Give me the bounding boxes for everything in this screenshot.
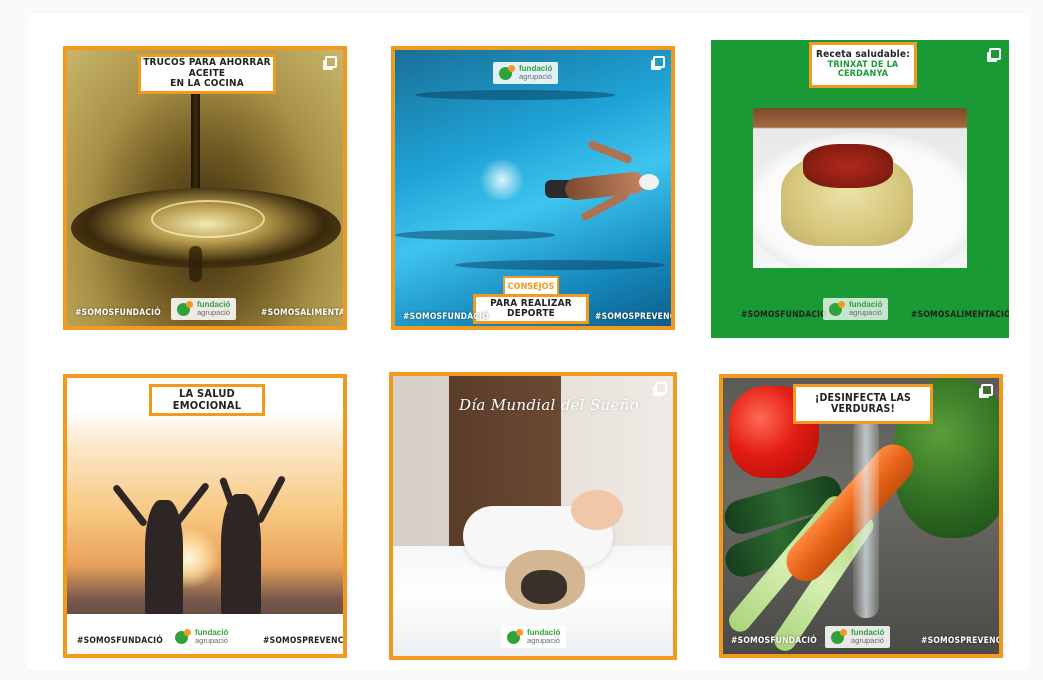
raised-arm — [111, 483, 149, 528]
post-title: Día Mundial del Sueño — [459, 396, 639, 414]
post-tile-recipe[interactable]: Receta saludable: TRINXAT DE LA CERDANYA… — [711, 40, 1009, 338]
instagram-profile-grid: TRUCOS PARA AHORRAR ACEITE EN LA COCINA … — [0, 0, 1043, 680]
hashtag-left: #SOMOSFUNDACIÓ — [403, 312, 489, 322]
pool-wave — [395, 230, 555, 240]
oil-ripple — [151, 200, 265, 238]
swimmer-arm — [587, 139, 633, 165]
hashtag-right: #SOMOSPREVENCIÓN — [921, 636, 1002, 646]
fundacio-logo: fundació agrupació — [823, 298, 889, 320]
hashtag-left: #SOMOSFUNDACIÓ — [77, 636, 163, 646]
post-title-line: ¡DESINFECTA LAS VERDURAS! — [814, 391, 912, 415]
swimmer-cap — [639, 174, 659, 190]
oil-drip — [189, 246, 202, 282]
logo-word: agrupació — [519, 72, 552, 82]
post-title: ¡DESINFECTA LAS VERDURAS! — [793, 384, 933, 424]
fundacio-logo: fundació agrupació — [501, 626, 567, 648]
logo-mark-icon — [499, 65, 515, 81]
logo-word: agrupació — [195, 636, 228, 646]
hashtag-right: #SOMOSALIMENTACIÓN — [261, 308, 346, 318]
post-title-line: TRINXAT DE LA CERDANYA — [827, 59, 899, 80]
logo-word: agrupació — [849, 308, 882, 318]
swimmer-body — [564, 170, 646, 202]
post-subtitle: CONSEJOS — [503, 276, 559, 296]
post-tile-emotional-health[interactable]: LA SALUD EMOCIONAL #SOMOSFUNDACIÓ #SOMOS… — [63, 374, 347, 658]
fundacio-logo: fundació agrupació — [171, 298, 237, 320]
pool-wave — [415, 90, 615, 100]
post-tile-disinfect-vegetables[interactable]: ¡DESINFECTA LAS VERDURAS! #SOMOSFUNDACIÓ… — [719, 374, 1003, 658]
raised-arm — [255, 474, 287, 525]
hashtag-right: #SOMOSPREVENCIÓN — [263, 636, 347, 646]
post-title: Receta saludable: TRINXAT DE LA CERDANYA — [809, 42, 917, 88]
post-title: TRUCOS PARA AHORRAR ACEITE EN LA COCINA — [138, 54, 276, 94]
fundacio-logo: fundació agrupació — [493, 62, 559, 84]
logo-mark-icon — [831, 629, 847, 645]
bacon-topping — [803, 144, 893, 188]
person-silhouette — [221, 494, 261, 620]
logo-word: agrupació — [197, 308, 230, 318]
pool-wave — [455, 260, 665, 270]
water-splash — [477, 160, 527, 200]
logo-word: agrupació — [527, 636, 560, 646]
logo-mark-icon — [829, 301, 845, 317]
post-title-line: EN LA COCINA — [170, 78, 244, 90]
post-title-line: TRUCOS PARA AHORRAR ACEITE — [143, 57, 271, 79]
hashtag-left: #SOMOSFUNDACIÓ — [741, 310, 827, 320]
carousel-icon — [981, 384, 993, 396]
carousel-icon — [653, 56, 665, 68]
fundacio-logo: fundació agrupació — [825, 626, 891, 648]
carousel-icon — [655, 382, 667, 394]
post-title-line: PARA REALIZAR DEPORTE — [490, 297, 572, 319]
logo-mark-icon — [175, 629, 191, 645]
sleeping-person — [571, 490, 623, 530]
logo-mark-icon — [507, 629, 523, 645]
hashtag-right: #SOMOSALIMENTACIÓN — [911, 310, 1009, 320]
logo-word: agrupació — [851, 636, 884, 646]
recipe-photo — [753, 108, 967, 268]
pug-face — [521, 570, 567, 604]
water-stream — [853, 418, 879, 618]
carousel-icon — [989, 48, 1001, 60]
hashtag-left: #SOMOSFUNDACIÓ — [731, 636, 817, 646]
post-tile-sport-tips[interactable]: fundació agrupació CONSEJOS PARA REALIZA… — [391, 46, 675, 330]
post-tile-oil-tips[interactable]: TRUCOS PARA AHORRAR ACEITE EN LA COCINA … — [63, 46, 347, 330]
fundacio-logo: fundació agrupació — [169, 626, 235, 648]
logo-mark-icon — [177, 301, 193, 317]
post-title: PARA REALIZAR DEPORTE — [473, 294, 589, 324]
hashtag-left: #SOMOSFUNDACIÓ — [75, 308, 161, 318]
carousel-icon — [325, 56, 337, 68]
post-tile-world-sleep-day[interactable]: Día Mundial del Sueño fundació agrupació — [389, 372, 677, 660]
raised-arm — [173, 481, 211, 526]
post-title-line: LA SALUD EMOCIONAL — [172, 387, 242, 412]
hashtag-right: #SOMOSPREVENCIÓN — [595, 312, 675, 322]
post-title: LA SALUD EMOCIONAL — [149, 384, 265, 416]
